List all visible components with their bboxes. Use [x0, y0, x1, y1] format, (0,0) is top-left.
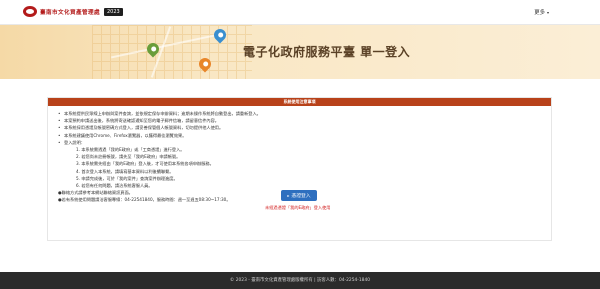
top-navigation-bar: 臺南市文化資產管理處 2023 更多 ▾ [0, 0, 600, 25]
notice-item: 登入說明： [58, 139, 541, 146]
year-badge: 2023 [103, 7, 123, 16]
logo-emblem-icon [23, 6, 37, 17]
more-menu-button[interactable]: 更多 ▾ [534, 8, 549, 17]
login-step: 2. 若您尚未註冊帳號，請先至「我的E政府」申請帳號。 [76, 154, 181, 160]
unregistered-login-link[interactable]: 未經過憑證「我的E政府」登入使用 [265, 205, 330, 211]
login-step: 5. 申請完成後，可於「我的案件」查詢案件辦理進度。 [76, 175, 178, 181]
login-step: 4. 首次登入本系統，請填寫基本資料以利後續聯繫。 [76, 168, 174, 174]
notice-item: 本系統採用憑證及帳號密碼方式登入，請妥善保管個人帳號資料，切勿提供他人使用。 [58, 124, 541, 131]
page-footer: © 2023 - 臺南市文化資產管理處版權所有 | 訪客人數：04-2254-1… [0, 272, 600, 289]
usage-notice-panel: 系統使用注意事項 本系統提供民眾線上申辦與案件查詢，並依規定保存申辦資料；逾期未… [47, 97, 552, 241]
notice-title: 系統使用注意事項 [48, 98, 551, 106]
footer-text: © 2023 - 臺南市文化資產管理處版權所有 | 訪客人數：04-2254-1… [229, 278, 371, 283]
notice-body: 本系統提供民眾線上申辦與案件查詢，並依規定保存申辦資料；逾期未操作系統將自動登出… [48, 106, 551, 204]
chevron-down-icon: ▾ [546, 9, 549, 15]
notice-item: 本系統建議使用Chrome、Firefox瀏覽器，以獲得最佳瀏覽效果。 [58, 132, 541, 139]
login-button-label: 憑證登入 [291, 194, 311, 199]
certificate-login-button[interactable]: ▸ 憑證登入 [281, 190, 317, 201]
notice-item: 本系統提供民眾線上申辦與案件查詢，並依規定保存申辦資料；逾期未操作系統將自動登出… [58, 110, 541, 117]
map-background [92, 25, 252, 79]
login-arrow-icon: ▸ [287, 193, 290, 198]
page-title: 電子化政府服務平臺 單一登入 [243, 45, 411, 59]
logo-text: 臺南市文化資產管理處 [40, 9, 100, 16]
login-step: 6. 若您有任何問題，請洽系統客服人員。 [76, 183, 153, 189]
more-menu-label: 更多 [534, 10, 545, 16]
login-step: 3. 本系統需先經由「我的E政府」登入後，才可使用本系統各項申辦服務。 [76, 161, 214, 167]
hero-banner: 電子化政府服務平臺 單一登入 [0, 25, 600, 79]
login-step: 1. 本系統需透過「我的E政府」或「工商憑證」進行登入。 [76, 147, 185, 153]
site-logo[interactable]: 臺南市文化資產管理處 2023 [23, 6, 123, 17]
notice-item: 本案預約申請送出後，系統將寄送確認通知至您的電子郵件信箱，請留意信件內容。 [58, 117, 541, 124]
